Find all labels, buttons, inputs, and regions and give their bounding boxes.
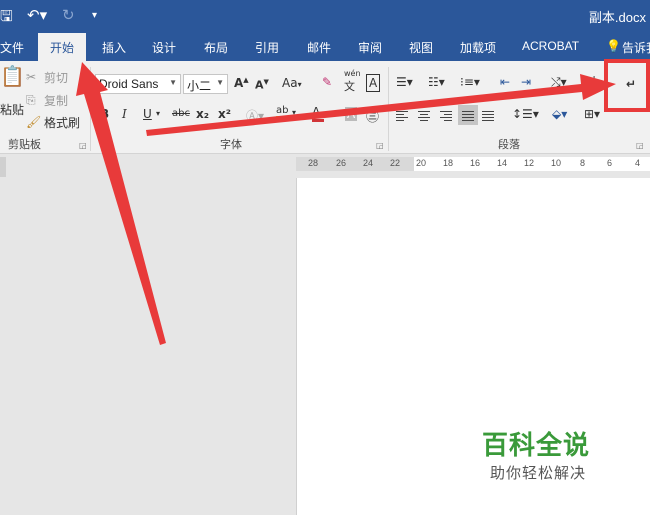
watermark-subtitle: 助你轻松解决 — [490, 464, 587, 482]
watermark-title: 百科全说 — [482, 431, 591, 461]
annotation-arrow-up — [76, 62, 166, 345]
annotation-arrow-right — [146, 74, 616, 136]
